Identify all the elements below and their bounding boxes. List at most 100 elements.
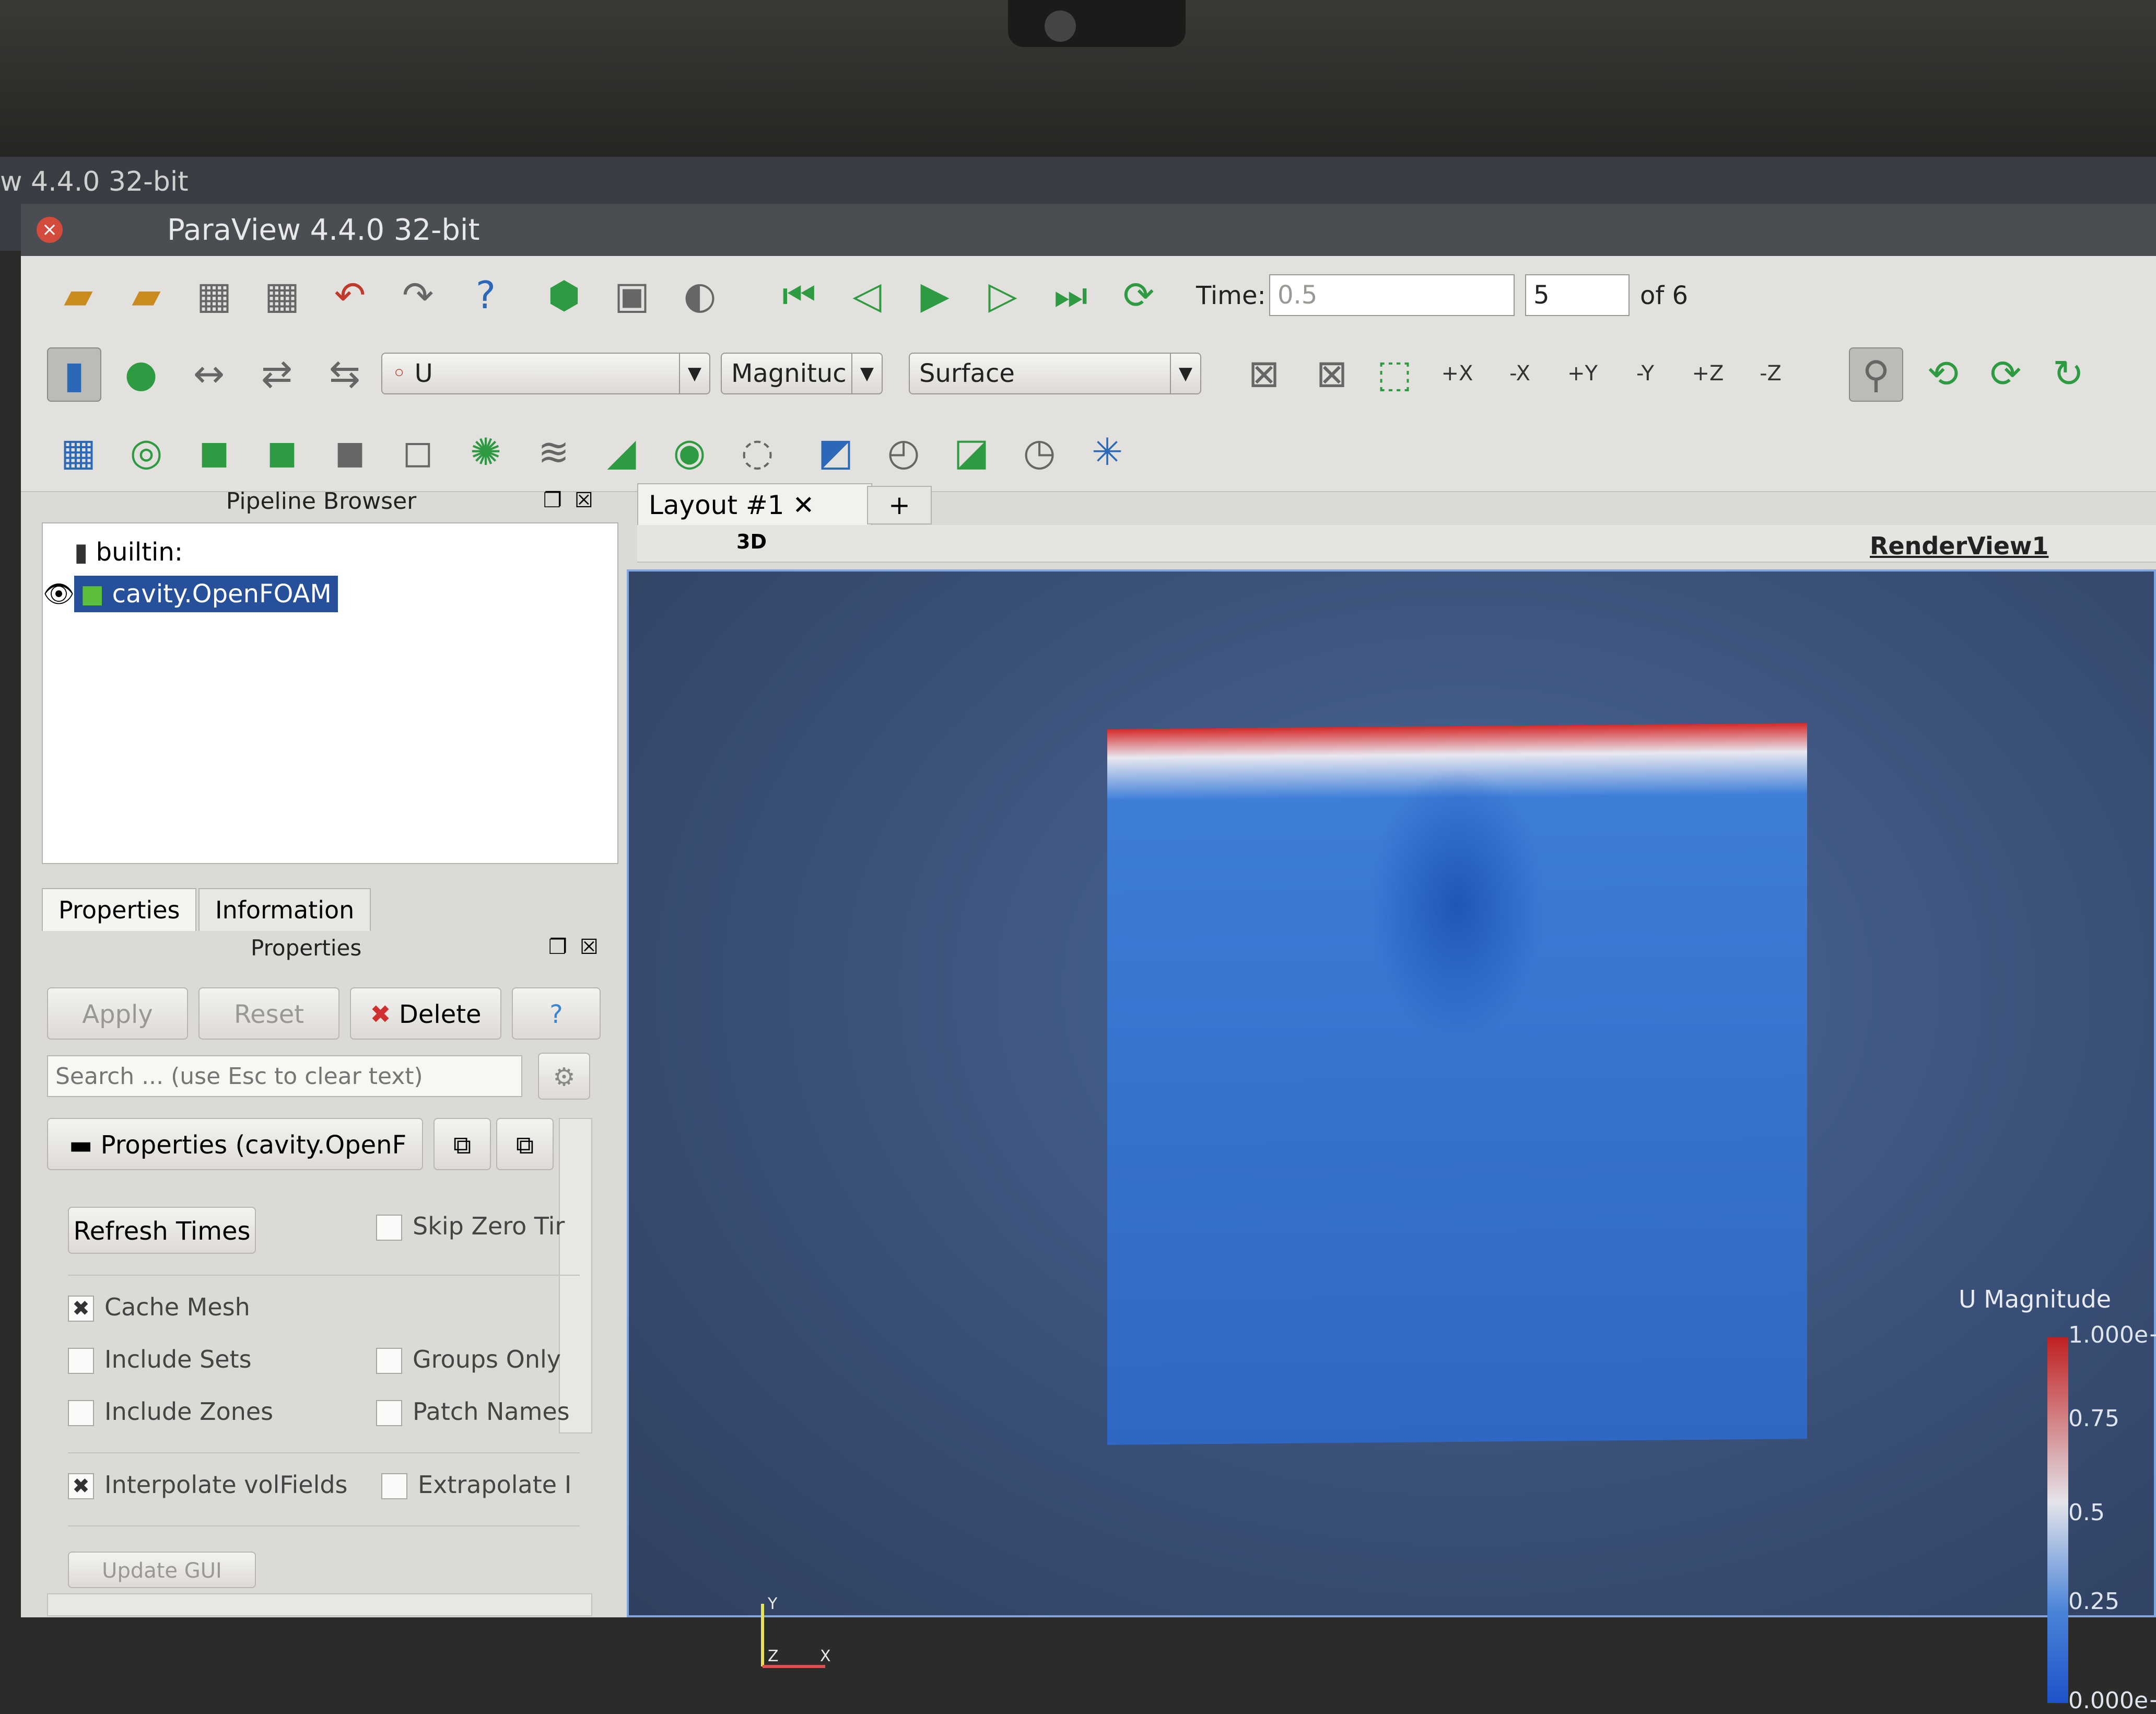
edit-color-map-icon[interactable]: ● bbox=[115, 347, 167, 400]
plot-over-line-icon[interactable]: ◪ bbox=[945, 426, 998, 478]
component-value: Magnituc bbox=[731, 359, 847, 388]
interaction-mode-icon[interactable]: ⚲ bbox=[1849, 347, 1903, 402]
calculator-icon[interactable]: ▦ bbox=[52, 426, 104, 478]
threshold-icon[interactable]: ◼ bbox=[324, 426, 376, 478]
extrapolate-checkbox[interactable] bbox=[381, 1473, 407, 1499]
previous-frame-icon[interactable]: ◁ bbox=[841, 269, 893, 321]
color-palette-icon[interactable]: ◐ bbox=[674, 269, 726, 321]
include-sets-checkbox[interactable] bbox=[68, 1348, 94, 1374]
redo-icon[interactable]: ↷ bbox=[392, 269, 444, 321]
close-icon[interactable]: ☒ bbox=[580, 935, 599, 959]
groups-only-checkbox[interactable] bbox=[376, 1348, 402, 1374]
close-icon[interactable]: ☒ bbox=[575, 488, 593, 512]
glyph-icon[interactable]: ✺ bbox=[460, 426, 512, 478]
toggle-color-legend-icon[interactable]: ▮ bbox=[47, 347, 101, 402]
delete-button[interactable]: ✖ Delete bbox=[350, 987, 501, 1040]
stream-tracer-icon[interactable]: ≋ bbox=[528, 426, 580, 478]
last-frame-icon[interactable]: ⏭ bbox=[1045, 269, 1097, 321]
advanced-gear-icon[interactable]: ⚙ bbox=[538, 1053, 590, 1100]
reset-camera-icon[interactable]: ⊠ bbox=[1238, 347, 1290, 400]
pipeline-source-item[interactable]: ■ cavity.OpenFOAM bbox=[74, 576, 338, 612]
load-state-icon[interactable]: ▦ bbox=[188, 269, 240, 321]
plot-data-over-time-icon[interactable]: ◷ bbox=[1013, 426, 1065, 478]
x-axis-label: X bbox=[820, 1647, 831, 1665]
rescale-custom-range-icon[interactable]: ⇄ bbox=[251, 347, 303, 400]
clip-icon[interactable]: ◼ bbox=[188, 426, 240, 478]
rotate-icon[interactable]: ↻ bbox=[2042, 347, 2094, 400]
rotate-90-cw-icon[interactable]: ⟳ bbox=[1979, 347, 2032, 400]
representation-select[interactable]: Surface ▼ bbox=[909, 353, 1201, 394]
update-gui-button[interactable]: Update GUI bbox=[68, 1552, 256, 1588]
patch-names-checkbox[interactable] bbox=[376, 1400, 402, 1426]
view-plus-z-button[interactable]: +Z bbox=[1682, 347, 1734, 400]
groups-only-label: Groups Only bbox=[413, 1345, 561, 1373]
reset-button[interactable]: Reset bbox=[198, 987, 339, 1040]
python-calculator-icon[interactable]: ✳ bbox=[1081, 426, 1133, 478]
extract-level-icon[interactable]: ◌ bbox=[731, 426, 783, 478]
properties-search-input[interactable] bbox=[47, 1055, 522, 1097]
include-zones-label: Include Zones bbox=[104, 1397, 274, 1426]
rescale-range-icon[interactable]: ↔ bbox=[183, 347, 235, 400]
first-frame-icon[interactable]: ⏮ bbox=[773, 269, 825, 321]
color-field-select[interactable]: ◦ U ▼ bbox=[381, 353, 710, 394]
horizontal-scrollbar[interactable] bbox=[47, 1593, 592, 1616]
webcam-housing bbox=[1008, 0, 1186, 47]
refresh-times-button[interactable]: Refresh Times bbox=[68, 1207, 256, 1254]
play-icon[interactable]: ▶ bbox=[909, 269, 961, 321]
filters-toolbar: ▦ ◎ ◼ ◼ ◼ ◻ ✺ ≋ ◢ ◉ ◌ ◩ ◴ ◪ ◷ ✳ bbox=[21, 413, 2156, 492]
warp-by-vector-icon[interactable]: ◢ bbox=[595, 426, 648, 478]
apply-button[interactable]: Apply bbox=[47, 987, 188, 1040]
legend-tick-min: 0.000e+0 bbox=[2068, 1687, 2156, 1714]
pipeline-root[interactable]: ▮ builtin: bbox=[74, 534, 183, 570]
help-button[interactable]: ? bbox=[512, 987, 601, 1040]
time-step-spinbox[interactable]: 5 bbox=[1525, 274, 1630, 316]
undock-icon[interactable]: ❐ bbox=[548, 935, 567, 959]
properties-group-header[interactable]: ▬ Properties (cavity.OpenF bbox=[47, 1118, 423, 1170]
help-icon[interactable]: ? bbox=[460, 269, 512, 321]
open-file-icon[interactable]: ▰ bbox=[52, 269, 104, 321]
pipeline-root-label: builtin: bbox=[96, 538, 183, 567]
add-layout-tab-button[interactable]: + bbox=[867, 486, 932, 524]
slice-icon[interactable]: ◼ bbox=[256, 426, 308, 478]
properties-scrollbar[interactable] bbox=[559, 1118, 592, 1433]
interpolate-volfields-checkbox[interactable]: ✖ bbox=[68, 1473, 94, 1499]
tab-layout-1[interactable]: Layout #1 ✕ bbox=[637, 483, 872, 525]
view-minus-y-button[interactable]: -Y bbox=[1619, 347, 1671, 400]
view-mode-button[interactable]: 3D bbox=[736, 530, 767, 553]
view-minus-x-button[interactable]: -X bbox=[1494, 347, 1546, 400]
disconnect-icon[interactable]: ▣ bbox=[606, 269, 658, 321]
next-frame-icon[interactable]: ▷ bbox=[977, 269, 1029, 321]
loop-icon[interactable]: ⟳ bbox=[1112, 269, 1165, 321]
save-state-icon[interactable]: ▦ bbox=[256, 269, 308, 321]
contour-icon[interactable]: ◎ bbox=[120, 426, 172, 478]
tab-properties[interactable]: Properties bbox=[42, 888, 197, 931]
view-plus-x-button[interactable]: +X bbox=[1431, 347, 1483, 400]
recent-files-icon[interactable]: ▰ bbox=[120, 269, 172, 321]
include-zones-checkbox[interactable] bbox=[68, 1400, 94, 1426]
cache-mesh-checkbox[interactable]: ✖ bbox=[68, 1296, 94, 1322]
zoom-to-data-icon[interactable]: ⊠ bbox=[1306, 347, 1358, 400]
zoom-to-box-icon[interactable]: ⬚ bbox=[1368, 347, 1421, 400]
time-field[interactable]: 0.5 bbox=[1269, 274, 1515, 316]
view-minus-z-button[interactable]: -Z bbox=[1744, 347, 1797, 400]
paste-icon[interactable]: ⧉ bbox=[496, 1118, 554, 1170]
z-axis-label: Z bbox=[768, 1647, 779, 1665]
extract-subset-icon[interactable]: ◻ bbox=[392, 426, 444, 478]
visibility-eye-icon[interactable]: 👁 bbox=[43, 576, 75, 612]
component-select[interactable]: Magnituc ▼ bbox=[721, 353, 883, 394]
rotate-90-ccw-icon[interactable]: ⟲ bbox=[1917, 347, 1969, 400]
undock-icon[interactable]: ❐ bbox=[543, 488, 562, 512]
copy-icon[interactable]: ⧉ bbox=[433, 1118, 491, 1170]
close-window-icon[interactable]: × bbox=[37, 217, 63, 243]
plot-selection-over-time-icon[interactable]: ◴ bbox=[877, 426, 930, 478]
skip-zero-time-checkbox[interactable] bbox=[376, 1215, 402, 1241]
undo-icon[interactable]: ↶ bbox=[324, 269, 376, 321]
rescale-visible-range-icon[interactable]: ⇆ bbox=[319, 347, 371, 400]
connect-icon[interactable]: ⬢ bbox=[538, 269, 590, 321]
group-datasets-icon[interactable]: ◉ bbox=[663, 426, 716, 478]
extract-selection-icon[interactable]: ◩ bbox=[810, 426, 862, 478]
tab-information[interactable]: Information bbox=[198, 888, 371, 931]
close-tab-icon[interactable]: ✕ bbox=[792, 490, 814, 520]
view-plus-y-button[interactable]: +Y bbox=[1556, 347, 1609, 400]
apply-button-label: Apply bbox=[82, 1000, 153, 1029]
